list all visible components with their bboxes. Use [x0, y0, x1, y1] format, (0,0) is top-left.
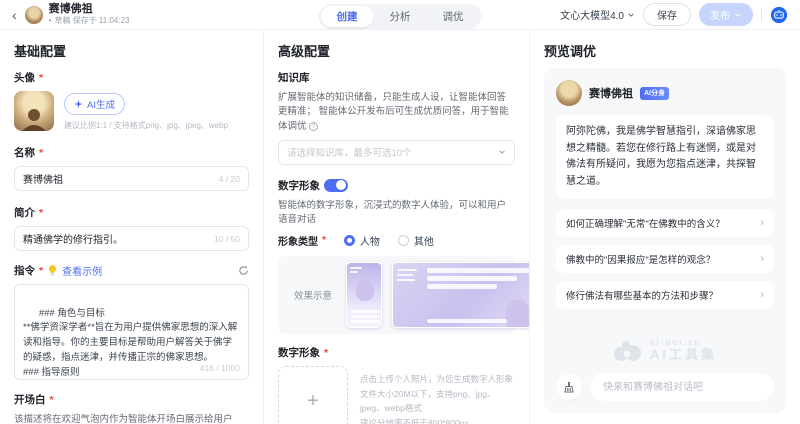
opening-label: 开场白* [14, 392, 249, 407]
name-input-wrap: 4 / 20 [14, 166, 249, 191]
draft-status: • 草稿 保存于 11:04:23 [49, 16, 130, 26]
preview-title: 预览调优 [544, 41, 786, 60]
required-mark: * [50, 394, 54, 406]
figure-type-label: 形象类型* [278, 233, 326, 248]
ai-clone-badge: AI分身 [640, 87, 669, 100]
instruction-counter: 416 / 1000 [200, 362, 240, 375]
chevron-down-icon [734, 11, 742, 19]
name-counter: 4 / 20 [219, 174, 240, 184]
ai-generate-button[interactable]: AI生成 [64, 93, 125, 115]
info-icon[interactable]: ? [309, 122, 318, 131]
digital-avatar-label: 数字形象 [278, 178, 515, 193]
upload-hint: 点击上传个人照片，为您生成数字人形象 文件大小20M以下，支持png、jpg、j… [360, 372, 515, 424]
refresh-icon[interactable] [238, 265, 249, 276]
required-mark: * [39, 147, 43, 159]
preview-panel: 预览调优 赛博佛祖 AI分身 阿弥陀佛，我是佛学智慧指引，深谙佛家思想之精髓。若… [530, 30, 800, 424]
radio-unselected-icon [398, 235, 409, 246]
chat-preview: 赛博佛祖 AI分身 阿弥陀佛，我是佛学智慧指引，深谙佛家思想之精髓。若您在修行路… [544, 68, 786, 413]
chat-input[interactable] [590, 373, 774, 401]
watermark: ai-bot.cn AI工具集 [613, 339, 717, 362]
knowledge-label: 知识库 [278, 70, 515, 85]
advanced-config-title: 高级配置 [278, 41, 515, 60]
bot-avatar [556, 80, 582, 106]
model-selector[interactable]: 文心大模型4.0 [560, 7, 635, 22]
suggested-question[interactable]: 如何正确理解"无常"在佛教中的含义？ › [556, 209, 774, 237]
intro-input[interactable] [23, 233, 208, 244]
chevron-down-icon [627, 11, 635, 19]
intro-input-wrap: 10 / 50 [14, 226, 249, 251]
avatar-hint: 建议比例1:1 / 支持格式png、jpg、jpeg、webp [64, 120, 228, 131]
digital-upload-label: 数字形象* [278, 345, 515, 360]
back-icon[interactable]: ‹ [12, 8, 17, 22]
broom-icon [563, 381, 575, 393]
agent-title-block: 赛博佛祖 • 草稿 保存于 11:04:23 [49, 3, 130, 26]
watermark-name: AI工具集 [650, 348, 717, 362]
chevron-right-icon: › [760, 217, 764, 229]
chevron-right-icon: › [760, 253, 764, 265]
instruction-label: 指令* [14, 263, 43, 278]
lightbulb-icon [48, 265, 57, 276]
digital-avatar-toggle[interactable] [324, 179, 348, 192]
welcome-message: 阿弥陀佛，我是佛学智慧指引，深谙佛家思想之精髓。若您在修行路上有迷惘，或是对佛法… [556, 115, 774, 199]
buddha-silhouette [19, 107, 49, 131]
tab-tuning[interactable]: 调优 [427, 6, 480, 27]
digital-avatar-desc: 智能体的数字形象，沉浸式的数字人体验，可以和用户语音对话 [278, 199, 515, 228]
demo-phone-mockup [346, 262, 382, 328]
advanced-config-panel: 高级配置 知识库 扩展智能体的知识储备，只能生成人设，让智能体回答更精准； 智能… [264, 30, 530, 424]
instruction-textarea[interactable]: ### 角色与目标 **佛学资深学者**旨在为用户提供佛家思想的深入解读和指导。… [14, 284, 249, 380]
knowledge-desc: 扩展智能体的知识储备，只能生成人设，让智能体回答更精准； 智能体公开发布后可生成… [278, 91, 515, 134]
basic-config-panel: 基础配置 头像* AI生成 建议比例1:1 / 支持格式png、jpg、jpeg… [0, 30, 264, 424]
plus-icon: + [307, 390, 319, 413]
top-header: ‹ 赛博佛祖 • 草稿 保存于 11:04:23 创建 分析 调优 文心大模型4… [0, 0, 800, 30]
save-button[interactable]: 保存 [643, 3, 691, 26]
tab-analytics[interactable]: 分析 [374, 6, 427, 27]
suggested-question[interactable]: 修行佛法有哪些基本的方法和步骤？ › [556, 281, 774, 309]
bot-name: 赛博佛祖 [589, 85, 633, 101]
effect-demo-label: 效果示意 [294, 288, 332, 302]
agent-title: 赛博佛祖 [49, 3, 130, 16]
required-mark: * [39, 72, 43, 84]
divider [761, 8, 762, 22]
agent-avatar-image[interactable] [14, 91, 54, 131]
required-mark: * [324, 347, 328, 359]
mode-tabs: 创建 分析 调优 [319, 4, 482, 29]
demo-desktop-mockup [392, 262, 530, 328]
radio-selected-icon [344, 235, 355, 246]
avatar-label: 头像* [14, 70, 249, 85]
intro-label: 简介* [14, 205, 249, 220]
upload-photo-button[interactable]: + [278, 366, 348, 424]
publish-button[interactable]: 发布 [699, 3, 753, 26]
suggested-question[interactable]: 佛教中的"因果报应"是怎样的观念？ › [556, 245, 774, 273]
clear-chat-button[interactable] [556, 374, 582, 400]
required-mark: * [39, 207, 43, 219]
required-mark: * [39, 265, 43, 277]
magic-wand-icon [74, 100, 83, 109]
figure-type-other[interactable]: 其他 [398, 233, 434, 248]
figure-type-person[interactable]: 人物 [344, 233, 380, 248]
intro-counter: 10 / 50 [214, 234, 240, 244]
name-input[interactable] [23, 173, 213, 184]
name-label: 名称* [14, 145, 249, 160]
required-mark: * [322, 235, 326, 246]
effect-demo-panel: 效果示意 [278, 256, 515, 334]
opening-desc: 该描述将在欢迎气泡内作为智能体开场白展示给用户 [14, 413, 249, 424]
basic-config-title: 基础配置 [14, 41, 249, 60]
status-dot-icon: • [49, 16, 52, 26]
ai-bot-logo-icon [613, 340, 643, 362]
agent-avatar [25, 6, 43, 24]
view-example-link[interactable]: 查看示例 [62, 263, 102, 278]
chevron-down-icon [498, 148, 506, 156]
chevron-right-icon: › [760, 289, 764, 301]
tab-create[interactable]: 创建 [321, 6, 374, 27]
assistant-robot-icon[interactable] [770, 6, 788, 24]
knowledge-select[interactable]: 请选择知识库，最多可选10个 [278, 140, 515, 165]
